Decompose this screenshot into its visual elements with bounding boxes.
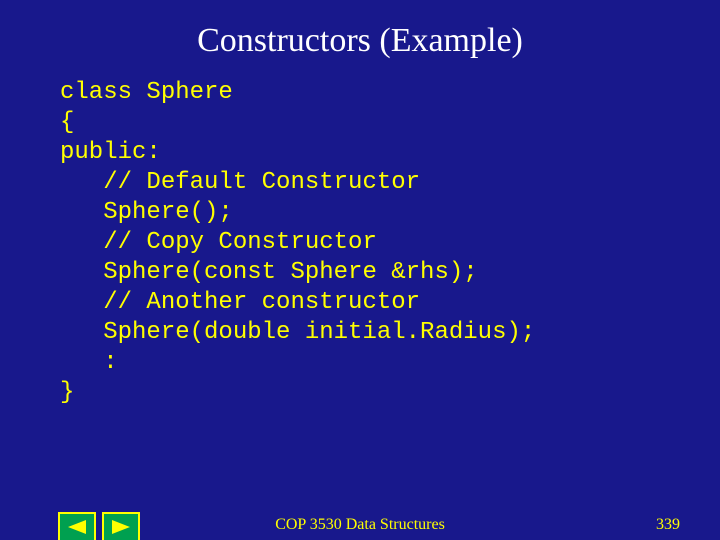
code-example: class Sphere { public: // Default Constr… [60, 78, 720, 408]
nav-buttons [58, 512, 140, 540]
next-slide-button[interactable] [102, 512, 140, 540]
slide-title: Constructors (Example) [0, 22, 720, 60]
arrow-left-icon [68, 520, 86, 534]
page-number: 339 [656, 516, 680, 534]
arrow-right-icon [112, 520, 130, 534]
prev-slide-button[interactable] [58, 512, 96, 540]
